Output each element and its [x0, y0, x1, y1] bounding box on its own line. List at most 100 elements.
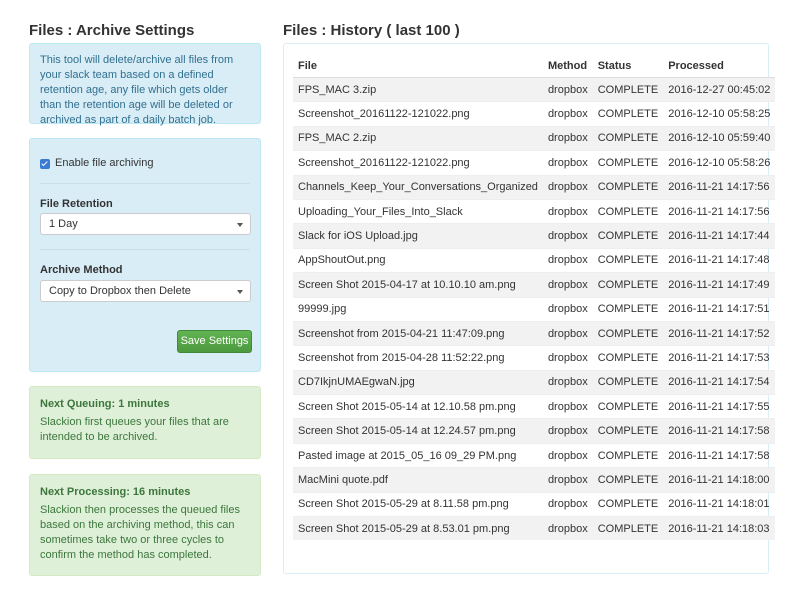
status-cell: COMPLETE [592, 272, 664, 298]
method-cell: dropbox [542, 369, 593, 395]
history-table-body: FPS_MAC 3.zip dropbox COMPLETE 2016-12-27 0… [293, 76, 776, 541]
method-cell: dropbox [542, 198, 593, 224]
method-cell: dropbox [542, 101, 593, 127]
table-row: AppShoutOut.png dropbox COMPLETE 2016-11-21… [293, 247, 776, 273]
status-cell: COMPLETE [592, 320, 664, 346]
file-cell: Screen Shot 2015-05-14 at 12.24.57 pm.pn… [293, 418, 543, 444]
file-cell: Screen Shot 2015-05-29 at 8.53.01 pm.png [293, 516, 543, 541]
method-cell: dropbox [542, 125, 593, 151]
column-header-method: Method [542, 54, 593, 78]
settings-panel: Enable file archiving File Retention 1 D… [29, 138, 261, 372]
next-queuing-panel: Next Queuing: 1 minutes Slackion first q… [29, 386, 261, 459]
status-cell: COMPLETE [592, 223, 664, 249]
processed-cell: 2016-11-21 14:18:03 [663, 516, 776, 541]
processed-cell: 2016-11-21 14:17:58 [663, 442, 776, 468]
file-cell: Channels_Keep_Your_Conversations_Organiz… [293, 174, 543, 200]
chevron-down-icon [237, 223, 243, 227]
file-cell: MacMini quote.pdf [293, 467, 543, 493]
table-row: Screenshot_20161122-121022.png dropbox COM… [293, 101, 776, 127]
file-cell: Screenshot from 2015-04-28 11:52:22.png [293, 345, 543, 371]
status-cell: COMPLETE [592, 418, 664, 444]
status-cell: COMPLETE [592, 516, 664, 541]
file-cell: Pasted image at 2015_05_16 09_29 PM.png [293, 442, 543, 468]
history-title: Files : History ( last 100 ) [283, 22, 460, 39]
table-row: FPS_MAC 2.zip dropbox COMPLETE 2016-12-10 0… [293, 125, 776, 151]
file-cell: Screenshot from 2015-04-21 11:47:09.png [293, 320, 543, 346]
file-cell: Screen Shot 2015-05-14 at 12.10.58 pm.pn… [293, 394, 543, 419]
method-cell: dropbox [542, 247, 593, 273]
status-cell: COMPLETE [592, 150, 664, 176]
processed-cell: 2016-11-21 14:18:01 [663, 491, 776, 517]
processed-cell: 2016-12-10 05:58:25 [663, 101, 776, 127]
chevron-down-icon [237, 290, 243, 294]
history-panel: File Method Status Processed FPS_MAC 3.z… [283, 43, 776, 574]
processed-cell: 2016-11-21 14:17:48 [663, 247, 776, 273]
archive-method-select[interactable]: Copy to Dropbox then Delete [40, 280, 251, 302]
processed-cell: 2016-11-21 14:17:56 [663, 198, 776, 224]
status-cell: COMPLETE [592, 174, 664, 200]
method-cell: dropbox [542, 150, 593, 176]
status-cell: COMPLETE [592, 467, 664, 493]
about-text: This tool will delete/archive all files … [40, 54, 234, 126]
status-cell: COMPLETE [592, 76, 664, 102]
file-retention-label: File Retention [40, 198, 113, 210]
method-cell: dropbox [542, 76, 593, 102]
enable-archiving-row[interactable]: Enable file archiving [40, 156, 153, 171]
method-cell: dropbox [542, 516, 593, 541]
table-row: Channels_Keep_Your_Conversations_Organiz… [293, 174, 776, 200]
processed-cell: 2016-11-21 14:17:49 [663, 272, 776, 298]
status-cell: COMPLETE [592, 442, 664, 468]
next-processing-panel: Next Processing: 16 minutes Slackion the… [29, 474, 261, 576]
file-cell: Slack for iOS Upload.jpg [293, 223, 543, 249]
table-row: Screenshot_20161122-121022.png dropbox COM… [293, 150, 776, 176]
save-settings-button[interactable]: Save Settings [177, 330, 252, 353]
next-queuing-text: Slackion first queues your files that ar… [40, 416, 229, 443]
enable-archiving-label: Enable file archiving [55, 157, 154, 169]
table-row: Pasted image at 2015_05_16 09_29 PM.png d… [293, 442, 776, 468]
table-row: Screen Shot 2015-05-14 at 12.10.58 pm.pn… [293, 394, 776, 419]
file-cell: AppShoutOut.png [293, 247, 543, 273]
next-processing-text: Slackion then processes the queued files… [40, 504, 240, 561]
processed-cell: 2016-12-27 00:45:02 [663, 76, 776, 102]
status-cell: COMPLETE [592, 345, 664, 371]
processed-cell: 2016-11-21 14:17:55 [663, 394, 776, 419]
table-row: Screenshot from 2015-04-21 11:47:09.png d… [293, 320, 776, 346]
about-info-panel: This tool will delete/archive all files … [29, 43, 261, 126]
method-cell: dropbox [542, 223, 593, 249]
divider [40, 249, 250, 250]
enable-archiving-checkbox[interactable] [40, 158, 50, 169]
method-cell: dropbox [542, 394, 593, 419]
file-cell: Screen Shot 2015-04-17 at 10.10.10 am.pn… [293, 272, 543, 298]
file-retention-value: 1 Day [49, 218, 78, 230]
next-processing-title: Next Processing: 16 minutes [40, 486, 191, 498]
processed-cell: 2016-11-21 14:17:52 [663, 320, 776, 346]
file-retention-select[interactable]: 1 Day [40, 213, 251, 235]
method-cell: dropbox [542, 296, 593, 322]
file-cell: Screen Shot 2015-05-29 at 8.11.58 pm.png [293, 491, 543, 517]
method-cell: dropbox [542, 467, 593, 493]
table-row: FPS_MAC 3.zip dropbox COMPLETE 2016-12-27 0… [293, 76, 776, 102]
status-cell: COMPLETE [592, 198, 664, 224]
method-cell: dropbox [542, 418, 593, 444]
archive-method-label: Archive Method [40, 264, 123, 276]
status-cell: COMPLETE [592, 394, 664, 419]
status-cell: COMPLETE [592, 369, 664, 395]
processed-cell: 2016-12-10 05:59:40 [663, 125, 776, 151]
status-cell: COMPLETE [592, 247, 664, 273]
divider [40, 183, 250, 184]
processed-cell: 2016-11-21 14:17:58 [663, 418, 776, 444]
file-cell: 99999.jpg [293, 296, 543, 322]
file-cell: CD7IkjnUMAEgwaN.jpg [293, 369, 543, 395]
table-row: Screen Shot 2015-05-14 at 12.24.57 pm.pn… [293, 418, 776, 444]
table-row: MacMini quote.pdf dropbox COMPLETE 2016-11-… [293, 467, 776, 493]
processed-cell: 2016-11-21 14:17:56 [663, 174, 776, 200]
column-header-file: File [293, 54, 543, 78]
archive-method-value: Copy to Dropbox then Delete [49, 285, 191, 297]
file-cell: Screenshot_20161122-121022.png [293, 101, 543, 127]
column-header-processed: Processed [663, 54, 776, 78]
next-queuing-title: Next Queuing: 1 minutes [40, 398, 170, 410]
method-cell: dropbox [542, 491, 593, 517]
file-cell: FPS_MAC 2.zip [293, 125, 543, 151]
table-row: Screen Shot 2015-05-29 at 8.53.01 pm.png… [293, 516, 776, 541]
status-cell: COMPLETE [592, 491, 664, 517]
